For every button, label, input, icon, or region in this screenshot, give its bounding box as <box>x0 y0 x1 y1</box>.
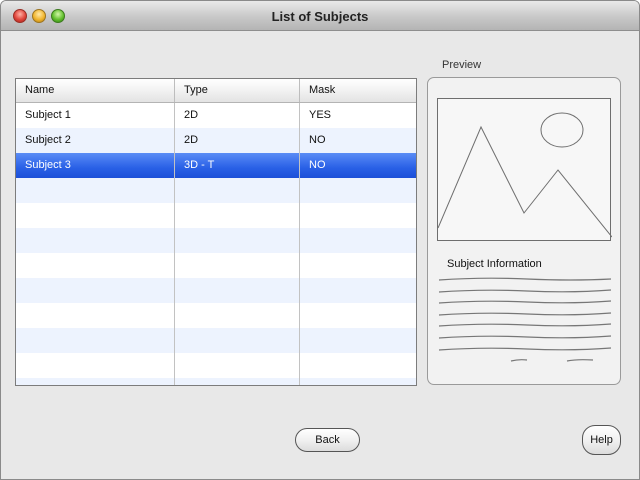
back-button[interactable]: Back <box>295 428 360 452</box>
subject-mask-cell: NO <box>309 134 326 146</box>
text-placeholder-lines-icon <box>437 274 613 367</box>
subject-mask-cell: NO <box>309 159 326 171</box>
empty-table-row[interactable] <box>16 353 416 378</box>
subject-type-cell: 2D <box>184 109 199 121</box>
empty-table-row[interactable] <box>16 228 416 253</box>
preview-panel: Subject Information <box>427 77 621 385</box>
empty-table-row[interactable] <box>16 253 416 278</box>
empty-table-row[interactable] <box>16 178 416 203</box>
window-title: List of Subjects <box>271 9 369 24</box>
column-header-name[interactable]: Name <box>16 79 175 102</box>
help-button[interactable]: Help <box>582 425 621 455</box>
subject-type-cell: 3D - T <box>184 159 215 171</box>
list-of-subjects-window: List of Subjects Name Type Mask Subject … <box>0 0 640 480</box>
table-row-selected[interactable]: Subject 3 3D - T NO <box>16 153 416 178</box>
empty-table-row[interactable] <box>16 303 416 328</box>
title-bar[interactable]: List of Subjects <box>1 1 639 31</box>
subject-mask-cell: YES <box>309 109 332 121</box>
preview-label: Preview <box>442 59 482 71</box>
subject-name-cell: Subject 3 <box>25 159 71 171</box>
empty-table-row[interactable] <box>16 328 416 353</box>
subject-type-cell: 2D <box>184 134 199 146</box>
subjects-table[interactable]: Name Type Mask Subject 1 2D YES Subject … <box>15 78 417 386</box>
column-header-type[interactable]: Type <box>175 79 300 102</box>
subject-name-cell: Subject 2 <box>25 134 71 146</box>
table-row[interactable]: Subject 1 2D YES <box>16 103 416 128</box>
subject-information-heading: Subject Information <box>447 258 542 270</box>
table-row[interactable]: Subject 2 2D NO <box>16 128 416 153</box>
image-placeholder-icon <box>437 98 612 241</box>
empty-table-row[interactable] <box>16 378 416 385</box>
column-divider <box>174 103 175 385</box>
empty-table-row[interactable] <box>16 278 416 303</box>
column-divider <box>299 103 300 385</box>
table-header: Name Type Mask <box>16 79 416 103</box>
empty-table-row[interactable] <box>16 203 416 228</box>
subject-name-cell: Subject 1 <box>25 109 71 121</box>
column-header-mask[interactable]: Mask <box>300 79 416 102</box>
